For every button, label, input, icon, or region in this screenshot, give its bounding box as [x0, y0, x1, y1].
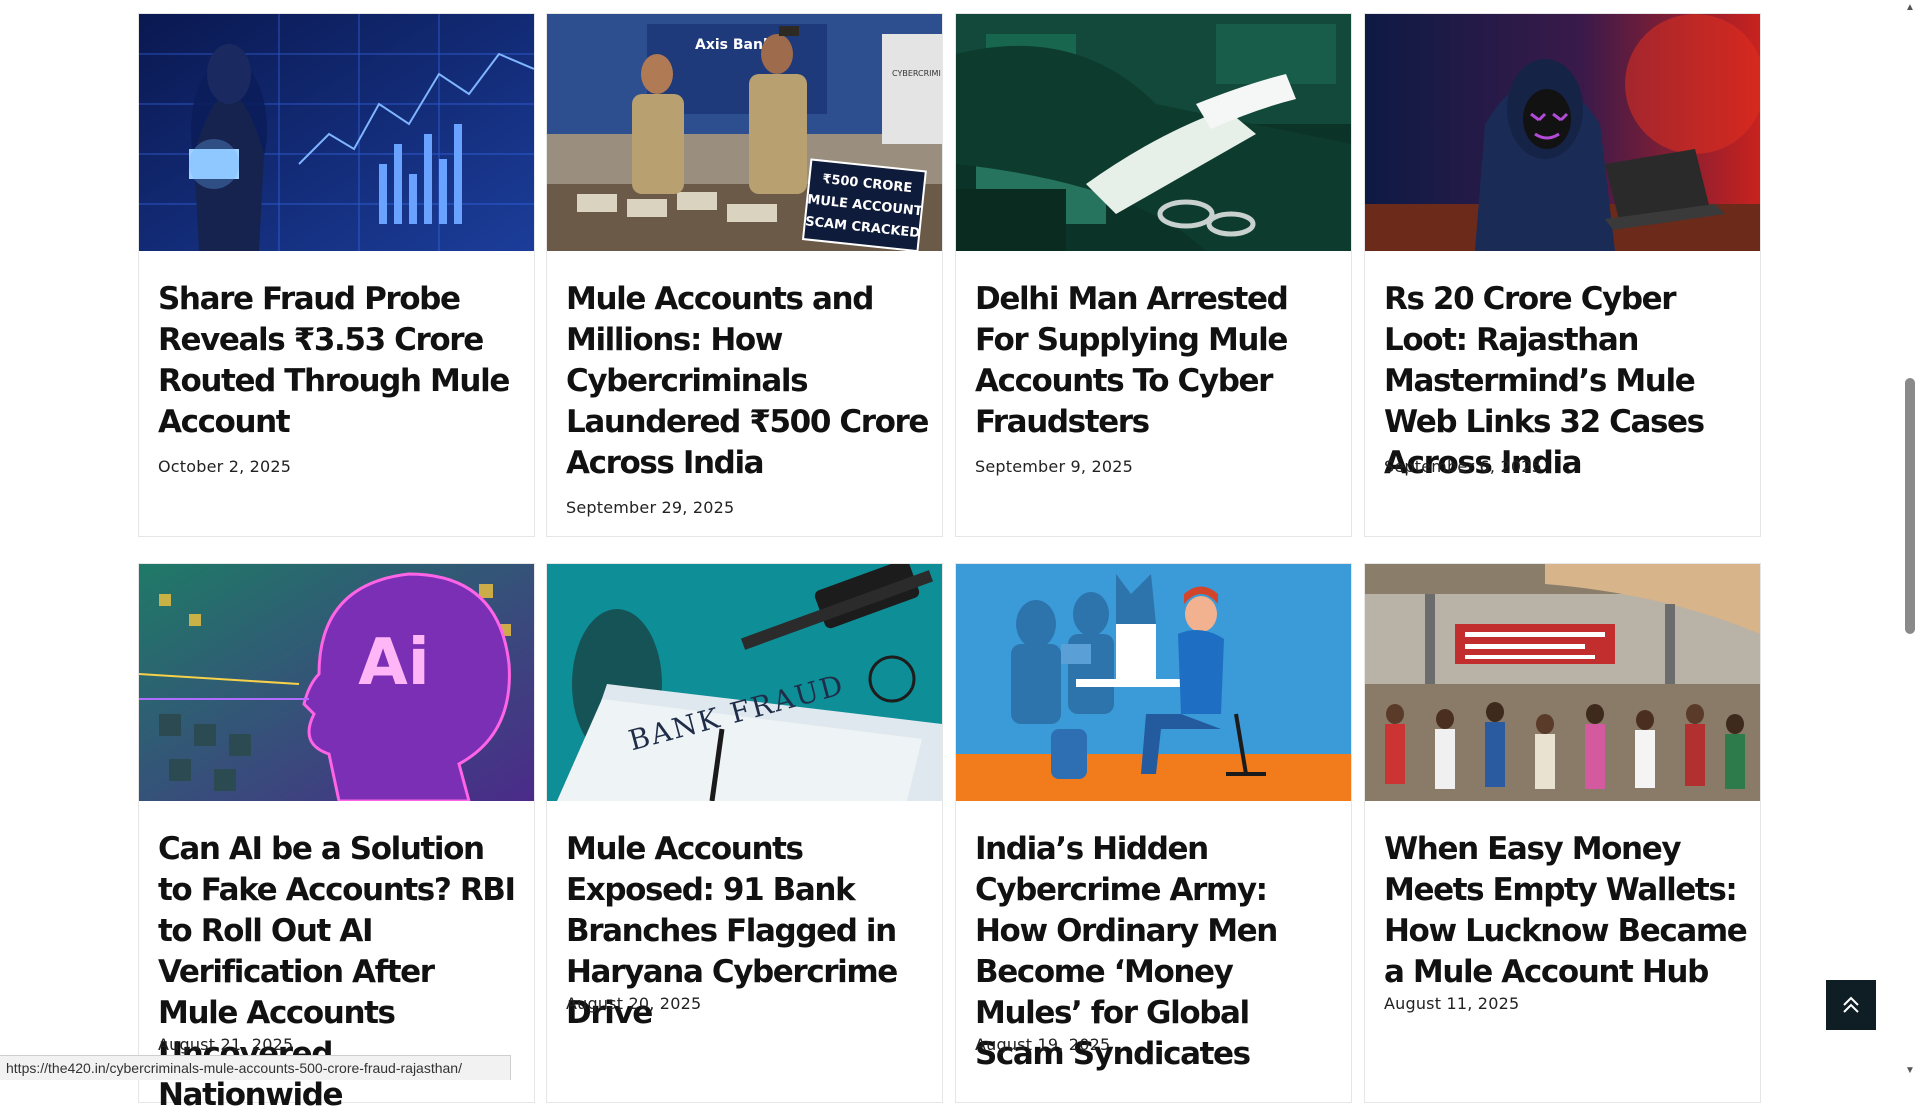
article-title[interactable]: Share Fraud Probe Reveals ₹3.53 Crore Ro…: [158, 279, 522, 443]
article-date: August 19, 2025: [975, 1035, 1111, 1054]
cybercrime-panel-text: CYBERCRIMI BUSTED: [892, 69, 942, 78]
bank-fraud-gavel-image[interactable]: BANK FRAUD: [547, 564, 942, 801]
article-card-5[interactable]: Ai Can AI be a Solution to Fake Accounts…: [138, 563, 535, 1113]
article-title[interactable]: Mule Accounts and Millions: How Cybercri…: [566, 279, 930, 484]
money-mule-illustration-image[interactable]: [956, 564, 1351, 801]
masked-hacker-image[interactable]: [1365, 14, 1760, 251]
article-card-7[interactable]: India’s Hidden Cybercrime Army: How Ordi…: [955, 563, 1352, 1103]
article-card-6[interactable]: BANK FRAUD Mule Accounts Exposed: 91 Ban…: [546, 563, 943, 1103]
ai-text: Ai: [358, 626, 429, 700]
article-card-2[interactable]: Axis Bank CYBERCRIMI BUSTED ₹500 CRORE M…: [546, 13, 943, 537]
vertical-scrollbar[interactable]: ▲ ▼: [1900, 0, 1920, 1080]
article-title[interactable]: Rs 20 Crore Cyber Loot: Rajasthan Master…: [1384, 279, 1748, 484]
article-date: August 11, 2025: [1384, 994, 1520, 1013]
status-bar-url: https://the420.in/cybercriminals-mule-ac…: [0, 1055, 511, 1080]
back-to-top-button[interactable]: [1826, 980, 1876, 1030]
article-date: September 9, 2025: [975, 457, 1133, 476]
article-date: October 2, 2025: [158, 457, 292, 476]
article-title[interactable]: When Easy Money Meets Empty Wallets: How…: [1384, 829, 1748, 993]
article-date: August 21, 2025: [158, 1035, 294, 1054]
article-card-1[interactable]: Share Fraud Probe Reveals ₹3.53 Crore Ro…: [138, 13, 535, 537]
double-chevron-up-icon: [1843, 996, 1859, 1013]
arrow-down-icon[interactable]: ▼: [1904, 1065, 1916, 1077]
article-card-3[interactable]: Delhi Man Arrested For Supplying Mule Ac…: [955, 13, 1352, 537]
article-card-4[interactable]: Rs 20 Crore Cyber Loot: Rajasthan Master…: [1364, 13, 1761, 537]
article-date: September 6, 2025: [1384, 457, 1542, 476]
hacker-laptop-data-image[interactable]: [139, 14, 534, 251]
article-date: August 20, 2025: [566, 994, 702, 1013]
article-title[interactable]: Delhi Man Arrested For Supplying Mule Ac…: [975, 279, 1339, 443]
crowded-station-image[interactable]: [1365, 564, 1760, 801]
articles-grid: Share Fraud Probe Reveals ₹3.53 Crore Ro…: [0, 0, 1900, 1113]
handcuffs-arrest-image[interactable]: [956, 14, 1351, 251]
scrollbar-thumb[interactable]: [1905, 378, 1915, 634]
ai-head-circuit-image[interactable]: Ai: [139, 564, 534, 801]
article-date: September 29, 2025: [566, 498, 735, 517]
police-mule-scam-image[interactable]: Axis Bank CYBERCRIMI BUSTED ₹500 CRORE M…: [547, 14, 942, 251]
article-card-8[interactable]: When Easy Money Meets Empty Wallets: How…: [1364, 563, 1761, 1103]
arrow-up-icon[interactable]: ▲: [1904, 2, 1916, 14]
